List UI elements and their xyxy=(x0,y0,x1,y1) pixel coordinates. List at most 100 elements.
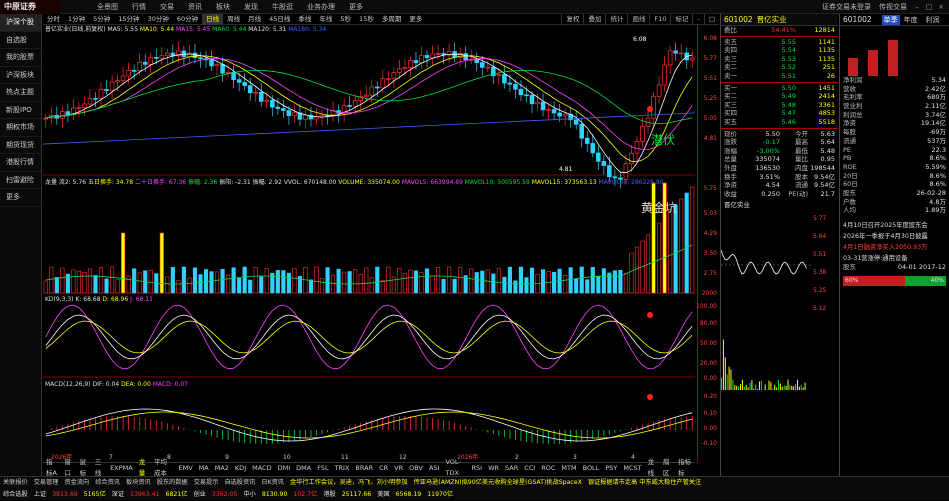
indicator-tab[interactable]: MACD xyxy=(249,463,274,474)
sidebar-item[interactable]: 更多 xyxy=(0,189,41,207)
period-tab[interactable]: 季线 xyxy=(294,14,315,25)
indicator-tab[interactable]: DMI xyxy=(275,463,294,474)
sidebar-item[interactable]: 扫雷避险 xyxy=(0,172,41,190)
chart-svg[interactable]: 6.084.812026年7891011122026年234 xyxy=(43,25,695,462)
indicator-tab[interactable]: ROC xyxy=(538,463,558,474)
order-row[interactable]: 买一5.501451 xyxy=(721,84,838,93)
indicator-tab[interactable]: MCST xyxy=(620,463,644,474)
period-tab[interactable]: 15秒 xyxy=(355,14,378,25)
indicator-tab[interactable]: PSY xyxy=(602,463,620,474)
indicator-tab[interactable]: MA xyxy=(196,463,212,474)
indicator-tab[interactable]: BOLL xyxy=(580,463,603,474)
period-tab[interactable]: 日线 xyxy=(202,14,223,25)
menu-item[interactable]: 板块 xyxy=(209,0,237,14)
period-tab[interactable]: 15分钟 xyxy=(114,14,143,25)
main-chart-area[interactable]: 普亿实业(日线,前复权) MA5: 5.55 MA10: 5.44 MA15: … xyxy=(43,25,695,487)
f10-tab[interactable]: 年度 xyxy=(904,15,918,25)
maximize-icon[interactable]: □ xyxy=(925,3,933,11)
menu-item[interactable]: 牛股逛 xyxy=(265,0,300,14)
status-link[interactable]: 日K资讯 xyxy=(258,477,287,489)
toolbar-button[interactable]: 叠加 xyxy=(583,14,605,25)
indicator-tab[interactable]: TRIX xyxy=(332,463,353,474)
status-link[interactable]: 综合资讯 xyxy=(92,477,123,489)
order-row[interactable]: 卖四5.541135 xyxy=(721,46,838,55)
period-tab[interactable]: 1分钟 xyxy=(64,14,89,25)
status-link[interactable]: 自选股资讯 xyxy=(221,477,258,489)
period-tab[interactable]: 多周期 xyxy=(378,14,406,25)
period-tab[interactable]: 年线 xyxy=(315,14,336,25)
order-row[interactable]: 卖五5.551141 xyxy=(721,38,838,47)
status-link[interactable]: 交易管理 xyxy=(31,477,62,489)
status-link[interactable]: 传亚马逊(AMZN)拟90亿美元收购全球星(GSAT)挑战SpaceX xyxy=(411,477,585,489)
period-tab[interactable]: 分时 xyxy=(43,14,64,25)
indicator-tab[interactable]: CR xyxy=(376,463,391,474)
period-tab[interactable]: 30分钟 xyxy=(144,14,173,25)
toolbar-button[interactable]: 画线 xyxy=(627,14,649,25)
order-row[interactable]: 卖一5.5126 xyxy=(721,72,838,81)
video-trade[interactable]: 传视交易 xyxy=(879,2,907,12)
order-row[interactable]: 买三5.483361 xyxy=(721,101,838,110)
sidebar-item[interactable]: 我的股票 xyxy=(0,49,41,67)
status-link[interactable]: 银证报据请市走高 中东威大稳住产管关注 xyxy=(585,477,704,489)
indicator-tab[interactable]: EMV xyxy=(175,463,195,474)
order-row[interactable]: 卖三5.531135 xyxy=(721,55,838,64)
status-link[interactable]: 关联报价 xyxy=(0,477,31,489)
toolbar-button[interactable]: - xyxy=(692,14,703,25)
news-item[interactable]: 4月10日召开2025年度股东会 xyxy=(840,219,949,230)
period-tab[interactable]: 周线 xyxy=(223,14,244,25)
sidebar-item[interactable]: 港股行情 xyxy=(0,154,41,172)
toolbar-button[interactable]: 统计 xyxy=(605,14,627,25)
period-tab[interactable]: 5秒 xyxy=(336,14,355,25)
sidebar-item[interactable]: 自选股 xyxy=(0,32,41,50)
period-tab[interactable]: 更多 xyxy=(405,14,426,25)
indicator-tab[interactable]: ASI xyxy=(426,463,443,474)
sidebar-item[interactable]: 沪深个股 xyxy=(0,14,41,32)
indicator-tab[interactable]: VR xyxy=(391,463,406,474)
sidebar-item[interactable]: 期权市场 xyxy=(0,119,41,137)
f10-tab[interactable]: 单季 xyxy=(882,15,900,25)
sidebar-item[interactable]: 沪深板块 xyxy=(0,67,41,85)
period-tab[interactable]: 月线 xyxy=(244,14,265,25)
indicator-tab[interactable]: OBV xyxy=(406,463,426,474)
indicator-tab[interactable]: MA2 xyxy=(212,463,232,474)
indicator-tab[interactable]: MTM xyxy=(558,463,579,474)
indicator-tab[interactable]: DMA xyxy=(293,463,314,474)
indicator-tab[interactable]: EXPMA xyxy=(107,463,136,474)
menu-item[interactable]: 资讯 xyxy=(181,0,209,14)
sidebar-item[interactable]: 期货现货 xyxy=(0,137,41,155)
status-link[interactable]: 板块资讯 xyxy=(123,477,154,489)
close-icon[interactable]: × xyxy=(937,3,945,11)
toolbar-button[interactable]: 复权 xyxy=(561,14,583,25)
news-item[interactable]: 4月1日融资净买入2050.93万 xyxy=(840,241,949,252)
period-tab[interactable]: 5分钟 xyxy=(89,14,114,25)
indicator-tab[interactable]: WR xyxy=(485,463,502,474)
menu-item[interactable]: 行情 xyxy=(125,0,153,14)
menu-item[interactable]: 全景图 xyxy=(90,0,125,14)
status-link[interactable]: 交易提示 xyxy=(191,477,222,489)
news-item[interactable]: 03-31营涨停:通用设备 xyxy=(840,252,949,263)
period-tab[interactable]: 60分钟 xyxy=(173,14,202,25)
indicator-tab[interactable]: KDJ xyxy=(232,463,249,474)
minimize-icon[interactable]: – xyxy=(913,3,921,11)
indicator-tab[interactable]: FSL xyxy=(314,463,331,474)
sidebar-item[interactable]: 热点主题 xyxy=(0,84,41,102)
menu-item[interactable]: 更多 xyxy=(342,0,370,14)
order-row[interactable]: 卖二5.52251 xyxy=(721,63,838,72)
status-link[interactable]: 资金流向 xyxy=(62,477,93,489)
order-row[interactable]: 买二5.492414 xyxy=(721,92,838,101)
toolbar-button[interactable]: F10 xyxy=(649,14,670,25)
menu-item[interactable]: 发现 xyxy=(237,0,265,14)
status-link[interactable]: 金华行工作会议，吴迪，冯飞，刘小明参加 xyxy=(287,477,411,489)
indicator-tab[interactable]: SAR xyxy=(502,463,521,474)
menu-item[interactable]: 业务办理 xyxy=(300,0,342,14)
status-link[interactable]: 股东的数据 xyxy=(154,477,191,489)
menu-item[interactable]: 交易 xyxy=(153,0,181,14)
sidebar-item[interactable]: 新股IPO xyxy=(0,102,41,120)
order-row[interactable]: 买五5.465518 xyxy=(721,118,838,127)
footer-label[interactable]: 综合选股 xyxy=(0,489,31,501)
toolbar-button[interactable]: 标记 xyxy=(670,14,692,25)
f10-tab[interactable]: 利润 xyxy=(926,15,940,25)
trade-login[interactable]: 证券交易未登录 xyxy=(822,2,871,12)
period-tab[interactable]: 45日线 xyxy=(265,14,294,25)
indicator-tab[interactable]: CCI xyxy=(521,463,538,474)
